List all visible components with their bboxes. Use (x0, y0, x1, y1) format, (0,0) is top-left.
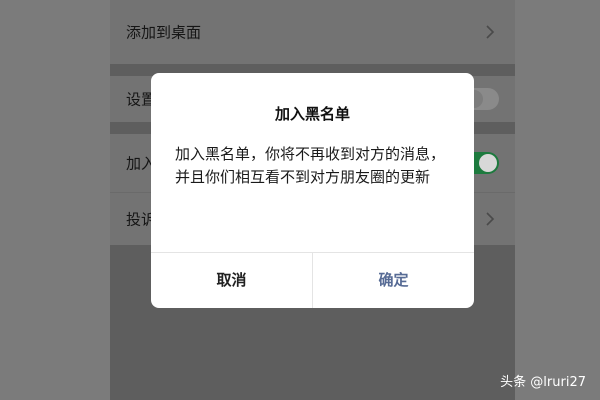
left-gray-margin (0, 0, 110, 400)
chevron-right-icon (485, 212, 497, 226)
dialog-message: 加入黑名单，你将不再收到对方的消息，并且你们相互看不到对方朋友圈的更新 (175, 145, 446, 186)
right-gray-margin (515, 0, 600, 400)
add-to-desktop-row[interactable]: 添加到桌面 (110, 0, 515, 64)
confirm-button[interactable]: 确定 (312, 253, 474, 308)
watermark-text: 头条 @lruri27 (500, 375, 586, 390)
toggle-knob (479, 154, 497, 172)
dialog-title: 加入黑名单 (274, 105, 350, 123)
cancel-button[interactable]: 取消 (151, 253, 312, 308)
add-to-desktop-label: 添加到桌面 (126, 23, 202, 42)
blacklist-dialog: 加入黑名单 加入黑名单，你将不再收到对方的消息，并且你们相互看不到对方朋友圈的更… (151, 73, 474, 308)
dialog-actions: 取消 确定 (151, 252, 474, 308)
chevron-right-icon (485, 25, 497, 39)
